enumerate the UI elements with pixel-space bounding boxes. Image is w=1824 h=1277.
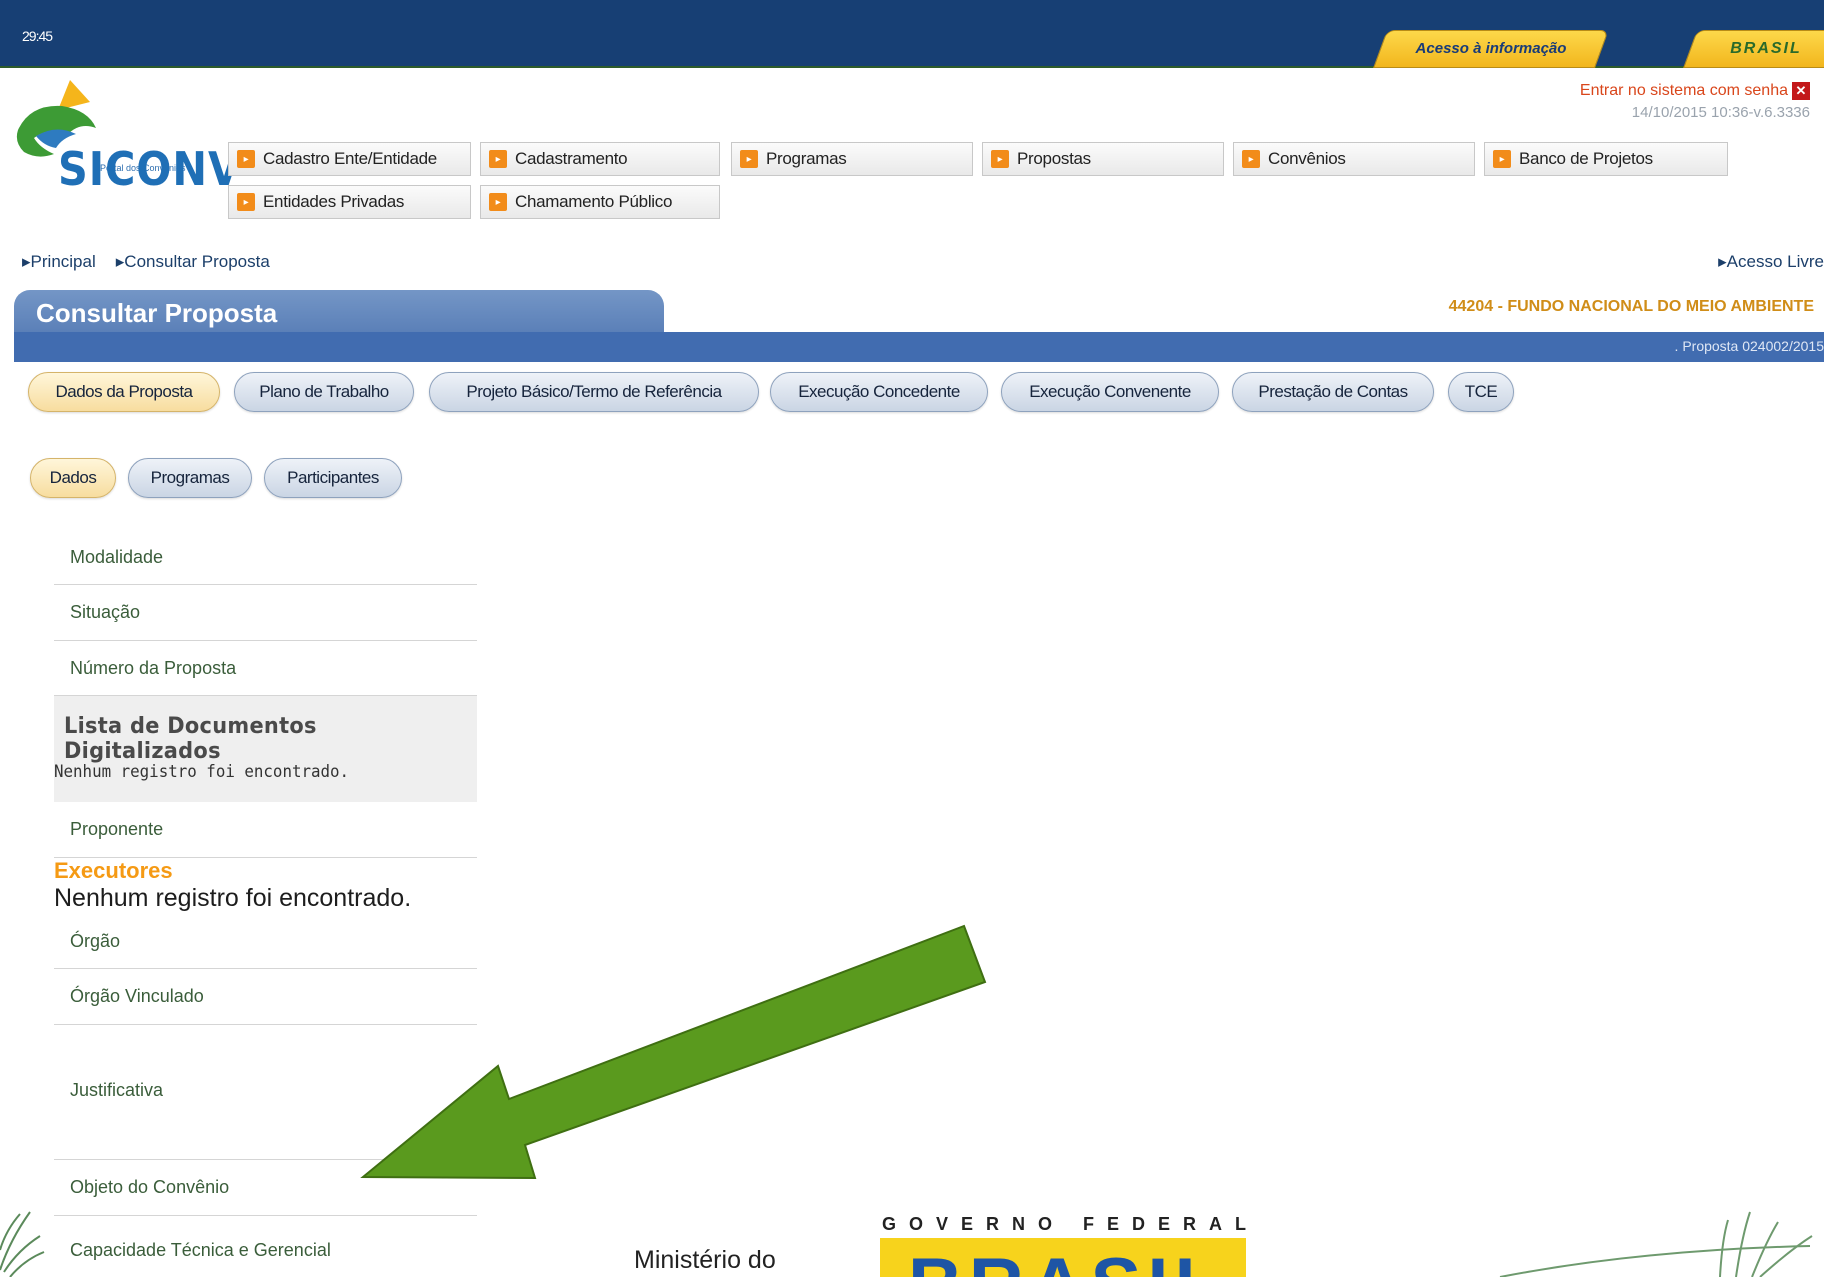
menu-banco-projetos[interactable]: ▸ Banco de Projetos	[1484, 142, 1728, 176]
documents-empty-message: Nenhum registro foi encontrado.	[54, 762, 350, 782]
brasil-logo: BRASIL	[880, 1238, 1246, 1277]
menu-arrow-icon: ▸	[740, 150, 758, 168]
field-justificativa: Justificativa	[54, 1025, 477, 1160]
tab-projeto-basico[interactable]: Projeto Básico/Termo de Referência	[429, 372, 759, 412]
tab-dados-proposta[interactable]: Dados da Proposta	[28, 372, 220, 412]
menu-propostas[interactable]: ▸ Propostas	[982, 142, 1224, 176]
acesso-informacao-tab[interactable]: Acesso à informação	[1373, 30, 1609, 68]
menu-cadastramento[interactable]: ▸ Cadastramento	[480, 142, 720, 176]
executores-title: Executores	[54, 858, 173, 883]
menu-arrow-icon: ▸	[237, 193, 255, 211]
login-link[interactable]: Entrar no sistema com senha ✕	[1580, 82, 1810, 100]
right-plant-icon	[1499, 1211, 1813, 1277]
title-band	[14, 332, 1824, 362]
close-icon: ✕	[1792, 82, 1810, 100]
executores-empty-message: Nenhum registro foi encontrado.	[54, 884, 412, 912]
menu-arrow-icon: ▸	[489, 193, 507, 211]
field-proponente: Proponente	[54, 803, 477, 858]
governo-federal-label: GOVERNO FEDERAL	[882, 1214, 1260, 1234]
field-orgao-vinculado: Órgão Vinculado	[54, 969, 477, 1025]
subtab-participantes[interactable]: Participantes	[264, 458, 402, 498]
field-modalidade: Modalidade	[54, 530, 477, 585]
menu-convenios[interactable]: ▸ Convênios	[1233, 142, 1475, 176]
subtab-programas[interactable]: Programas	[128, 458, 252, 498]
field-capacidade-tecnica: Capacidade Técnica e Gerencial	[70, 1240, 331, 1260]
page-title: Consultar Proposta	[36, 298, 278, 328]
field-objeto-convenio: Objeto do Convênio	[54, 1160, 477, 1216]
tab-tce[interactable]: TCE	[1448, 372, 1514, 412]
field-numero-proposta: Número da Proposta	[54, 641, 477, 696]
brasil-tab[interactable]: BRASIL	[1683, 30, 1824, 68]
breadcrumb: ▸Principal ▸Consultar Proposta	[22, 252, 290, 272]
tab-prestacao-contas[interactable]: Prestação de Contas	[1232, 372, 1434, 412]
breadcrumb-item-consultar[interactable]: ▸Consultar Proposta	[116, 252, 280, 271]
menu-arrow-icon: ▸	[237, 150, 255, 168]
organ-name: 44204 - FUNDO NACIONAL DO MEIO AMBIENTE	[1448, 298, 1814, 315]
left-plant-icon	[0, 1211, 45, 1277]
menu-arrow-icon: ▸	[489, 150, 507, 168]
proposal-ref: . Proposta 024002/2015	[1674, 338, 1824, 354]
top-bar: 29:45 Acesso à informação BRASIL	[0, 0, 1824, 68]
ministerio-label: Ministério do	[634, 1246, 776, 1274]
tab-execucao-convenente[interactable]: Execução Convenente	[1001, 372, 1219, 412]
documents-title: Lista de Documentos Digitalizados	[64, 714, 317, 764]
documents-section: Lista de Documentos Digitalizados Nenhum…	[54, 696, 477, 802]
menu-programas[interactable]: ▸ Programas	[731, 142, 973, 176]
clock: 29:45	[22, 28, 53, 44]
subtab-dados[interactable]: Dados	[30, 458, 116, 498]
menu-arrow-icon: ▸	[991, 150, 1009, 168]
field-orgao: Órgão	[54, 914, 477, 969]
logo-name: SICONV	[58, 142, 241, 196]
acesso-livre-link[interactable]: ▸Acesso Livre	[1718, 252, 1824, 272]
menu-chamamento-publico[interactable]: ▸ Chamamento Público	[480, 185, 720, 219]
menu-entidades-privadas[interactable]: ▸ Entidades Privadas	[228, 185, 471, 219]
breadcrumb-item-principal[interactable]: ▸Principal	[22, 252, 106, 271]
timestamp: 14/10/2015 10:36-v.6.3336	[1631, 104, 1810, 121]
menu-arrow-icon: ▸	[1493, 150, 1511, 168]
tab-plano-trabalho[interactable]: Plano de Trabalho	[234, 372, 414, 412]
tab-execucao-concedente[interactable]: Execução Concedente	[770, 372, 988, 412]
menu-arrow-icon: ▸	[1242, 150, 1260, 168]
field-situacao: Situação	[54, 585, 477, 641]
menu-cadastro-ente[interactable]: ▸ Cadastro Ente/Entidade	[228, 142, 471, 176]
